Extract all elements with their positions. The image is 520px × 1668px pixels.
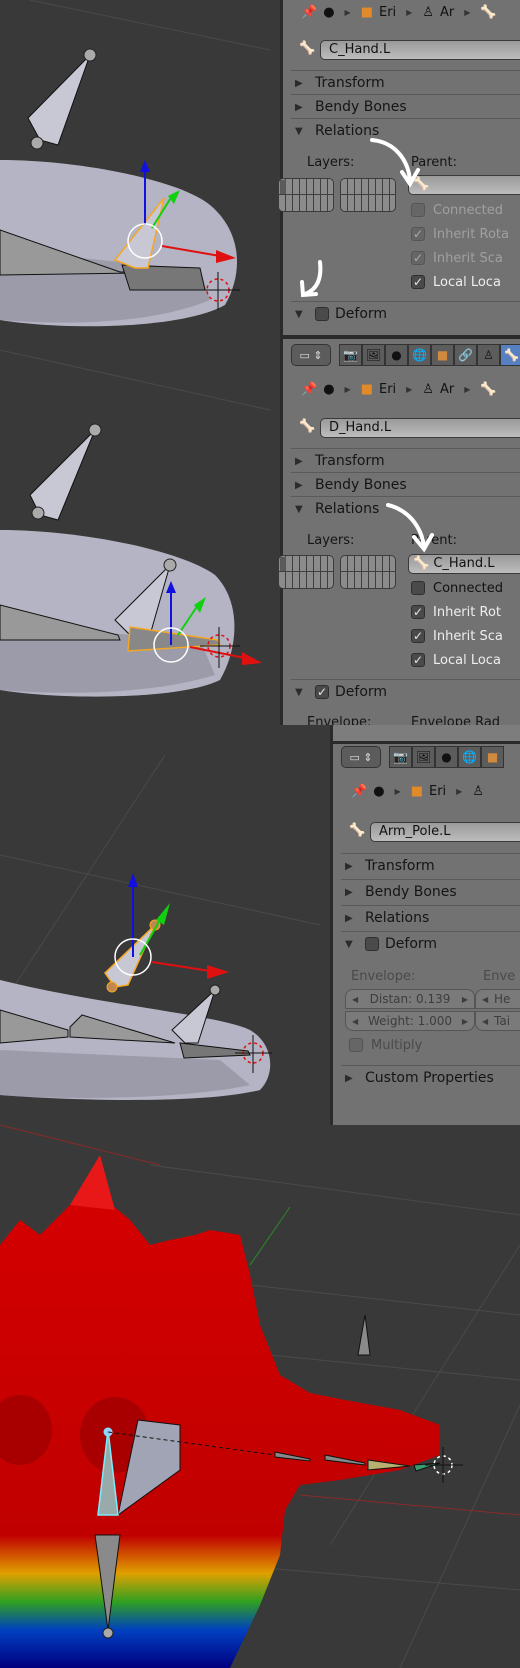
decrement-arrow-icon[interactable]: ◀ bbox=[482, 1017, 488, 1026]
deform-checkbox[interactable] bbox=[365, 937, 379, 951]
field-value: Distan: 0.139 bbox=[369, 992, 451, 1006]
bone-properties-panel: ▭ ⇕ 📷 🖼 ● 🌐 ■ 📌 ● ▶ ■ Eri ▶ ♙ 🦴 Arm_Pole.L … bbox=[330, 725, 520, 1125]
collapse-triangle-icon: ▶ bbox=[345, 1072, 353, 1084]
bone-icon: 🦴 bbox=[349, 823, 366, 838]
screenshot-section-3: ▭ ⇕ 📷 🖼 ● 🌐 ■ 📌 ● ▶ ■ Eri ▶ ♙ 🦴 Arm_Pole.L … bbox=[0, 725, 520, 1125]
panel-deform[interactable]: ▼ Deform bbox=[341, 931, 520, 956]
tab-object[interactable]: ■ bbox=[481, 746, 504, 768]
object-cube-icon: ■ bbox=[410, 783, 423, 799]
expand-triangle-icon: ▼ bbox=[345, 938, 353, 950]
grid-line bbox=[249, 1284, 520, 1316]
section-label: Bendy Bones bbox=[365, 884, 457, 900]
screenshot-section-4 bbox=[0, 1125, 520, 1668]
axis-z-head bbox=[128, 873, 138, 887]
tab-scene[interactable]: ● bbox=[435, 746, 458, 768]
envelope-weight-field[interactable]: ◀ Weight: 1.000 ▶ bbox=[345, 1011, 475, 1031]
decrement-arrow-icon[interactable]: ◀ bbox=[482, 995, 488, 1004]
field-value: Tai bbox=[494, 1014, 511, 1028]
crumb-arrow-icon: ▶ bbox=[456, 786, 463, 796]
field-value: He bbox=[494, 992, 511, 1006]
mesh-spike bbox=[70, 1155, 115, 1210]
annotation-arrow bbox=[303, 260, 323, 296]
panel-relations[interactable]: ▶ Relations bbox=[341, 905, 520, 930]
screenshot-section-2: ▭ ⇕ 📷 🖼 ● 🌐 ■ 🔗 ♙ 🦴 📌 ● ▶ ■ Eri ▶ ♙ Ar ▶ 🦴 🦴 … bbox=[0, 335, 520, 725]
crumb-arrow-icon: ▶ bbox=[394, 786, 401, 796]
decrement-arrow-icon[interactable]: ◀ bbox=[352, 1017, 358, 1026]
screenshot-section-1: 📌 ● ▶ ■ Eri ▶ ♙ Ar ▶ 🦴 🦴 C_Hand.L ▶ Transform … bbox=[0, 0, 520, 335]
annotation-overlay bbox=[300, 138, 420, 298]
bone-d-hand bbox=[413, 1462, 441, 1472]
section-label: Transform bbox=[365, 858, 435, 874]
axis-x-head bbox=[207, 965, 229, 979]
multiply-checkbox[interactable]: Multiply bbox=[349, 1035, 422, 1055]
checkbox-box bbox=[349, 1038, 363, 1052]
bone-name-field[interactable]: Arm_Pole.L bbox=[370, 822, 520, 842]
checkbox-label: Multiply bbox=[371, 1037, 423, 1053]
area-resize-handle[interactable] bbox=[333, 725, 520, 744]
grid-line bbox=[269, 1354, 520, 1381]
axis-line-y bbox=[249, 1206, 291, 1266]
envelope-head-radius-field[interactable]: ◀ He bbox=[475, 989, 520, 1009]
section-label: Custom Properties bbox=[365, 1070, 494, 1086]
annotation-arrow bbox=[386, 503, 426, 547]
mesh-head-weight-paint bbox=[0, 1195, 440, 1668]
properties-tabs: ▭ ⇕ 📷 🖼 ● 🌐 ■ bbox=[341, 745, 504, 769]
breadcrumb-object[interactable]: Eri bbox=[429, 784, 446, 799]
bone-arm-pole bbox=[357, 1314, 371, 1356]
decrement-arrow-icon[interactable]: ◀ bbox=[352, 995, 358, 1004]
envelope-label: Envelope: bbox=[351, 969, 416, 984]
grid-line bbox=[0, 854, 321, 926]
section-label: Deform bbox=[385, 936, 438, 952]
increment-arrow-icon[interactable]: ▶ bbox=[462, 995, 468, 1004]
increment-arrow-icon[interactable]: ▶ bbox=[462, 1017, 468, 1026]
axis-line-x bbox=[299, 1494, 520, 1516]
panel-custom-properties[interactable]: ▶ Custom Properties bbox=[341, 1065, 520, 1090]
3d-viewport[interactable] bbox=[0, 1125, 520, 1668]
section-label: Relations bbox=[365, 910, 430, 926]
scene-objects-icon: ● bbox=[373, 783, 385, 799]
envelope-tail-radius-field[interactable]: ◀ Tai bbox=[475, 1011, 520, 1031]
panel-transform[interactable]: ▶ Transform bbox=[341, 853, 520, 878]
field-value: Weight: 1.000 bbox=[367, 1014, 453, 1028]
envelope-distance-field[interactable]: ◀ Distan: 0.139 ▶ bbox=[345, 989, 475, 1009]
axis-x-arrow[interactable] bbox=[151, 961, 211, 972]
bone-joint bbox=[106, 981, 118, 993]
bone-joint bbox=[102, 1627, 114, 1639]
annotation-overlay bbox=[386, 503, 434, 553]
pin-icon[interactable]: 📌 bbox=[351, 784, 367, 799]
tab-world[interactable]: 🌐 bbox=[458, 746, 481, 768]
bone-joint bbox=[209, 984, 221, 996]
armature-icon: ♙ bbox=[472, 783, 484, 799]
collapse-triangle-icon: ▶ bbox=[345, 912, 353, 924]
breadcrumb: 📌 ● ▶ ■ Eri ▶ ♙ bbox=[351, 779, 484, 803]
tab-render-layers[interactable]: 🖼 bbox=[412, 746, 435, 768]
tab-render[interactable]: 📷 bbox=[389, 746, 412, 768]
bone-arm-pole-selected[interactable] bbox=[104, 924, 156, 988]
grid-line bbox=[149, 1164, 520, 1216]
collapse-triangle-icon: ▶ bbox=[345, 860, 353, 872]
editor-type-button[interactable]: ▭ ⇕ bbox=[341, 746, 381, 768]
collapse-triangle-icon: ▶ bbox=[345, 886, 353, 898]
axis-line-x bbox=[0, 1125, 161, 1166]
panel-bendy-bones[interactable]: ▶ Bendy Bones bbox=[341, 879, 520, 904]
envelope-radius-label: Enve bbox=[483, 969, 516, 984]
